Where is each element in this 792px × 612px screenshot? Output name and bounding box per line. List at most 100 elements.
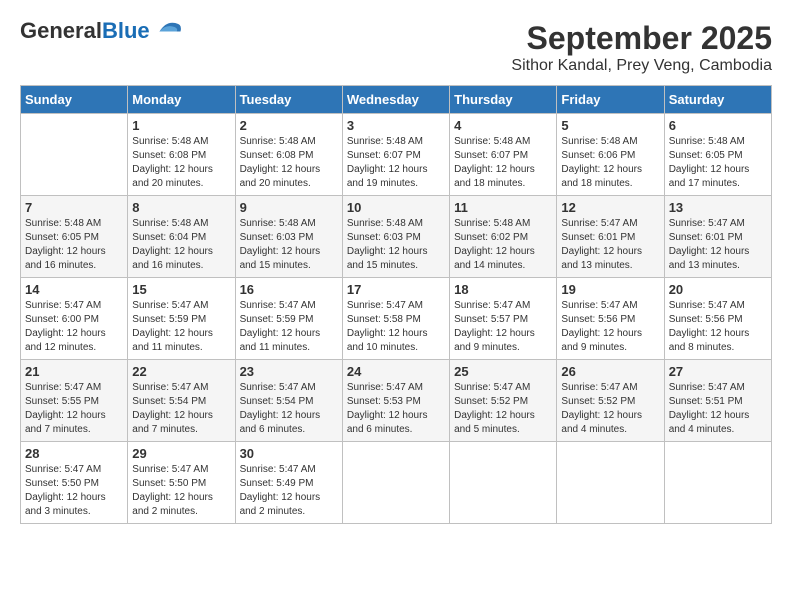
- calendar-week-row: 14 Sunrise: 5:47 AM Sunset: 6:00 PM Dayli…: [21, 278, 772, 360]
- calendar-cell: 10 Sunrise: 5:48 AM Sunset: 6:03 PM Dayli…: [342, 196, 449, 278]
- day-info: Sunrise: 5:48 AM Sunset: 6:08 PM Dayligh…: [240, 135, 338, 191]
- day-number: 5: [561, 118, 659, 133]
- day-number: 6: [669, 118, 767, 133]
- calendar-cell: 12 Sunrise: 5:47 AM Sunset: 6:01 PM Dayli…: [557, 196, 664, 278]
- day-number: 24: [347, 364, 445, 379]
- day-info: Sunrise: 5:48 AM Sunset: 6:05 PM Dayligh…: [25, 217, 123, 273]
- calendar-cell: 7 Sunrise: 5:48 AM Sunset: 6:05 PM Daylig…: [21, 196, 128, 278]
- calendar-cell: 13 Sunrise: 5:47 AM Sunset: 6:01 PM Dayli…: [664, 196, 771, 278]
- page-subtitle: Sithor Kandal, Prey Veng, Cambodia: [511, 57, 772, 75]
- header-monday: Monday: [128, 86, 235, 114]
- calendar-cell: 11Sunrise: 5:48 AM Sunset: 6:02 PM Dayli…: [450, 196, 557, 278]
- title-section: September 2025 Sithor Kandal, Prey Veng,…: [511, 20, 772, 75]
- logo: GeneralBlue: [20, 20, 182, 42]
- calendar-cell: 3 Sunrise: 5:48 AM Sunset: 6:07 PM Daylig…: [342, 114, 449, 196]
- calendar-cell: 1 Sunrise: 5:48 AM Sunset: 6:08 PM Daylig…: [128, 114, 235, 196]
- day-info: Sunrise: 5:47 AM Sunset: 5:49 PM Dayligh…: [240, 463, 338, 519]
- day-info: Sunrise: 5:47 AM Sunset: 5:55 PM Dayligh…: [25, 381, 123, 437]
- logo-icon: [152, 18, 182, 36]
- day-number: 7: [25, 200, 123, 215]
- header-thursday: Thursday: [450, 86, 557, 114]
- day-info: Sunrise: 5:48 AM Sunset: 6:03 PM Dayligh…: [347, 217, 445, 273]
- day-info: Sunrise: 5:47 AM Sunset: 5:59 PM Dayligh…: [132, 299, 230, 355]
- calendar-cell: [664, 442, 771, 524]
- calendar-cell: 29 Sunrise: 5:47 AM Sunset: 5:50 PM Dayli…: [128, 442, 235, 524]
- calendar-cell: 15 Sunrise: 5:47 AM Sunset: 5:59 PM Dayli…: [128, 278, 235, 360]
- day-number: 20: [669, 282, 767, 297]
- calendar-cell: 18 Sunrise: 5:47 AM Sunset: 5:57 PM Dayli…: [450, 278, 557, 360]
- day-number: 22: [132, 364, 230, 379]
- day-number: 19: [561, 282, 659, 297]
- calendar-cell: 4Sunrise: 5:48 AM Sunset: 6:07 PM Daylig…: [450, 114, 557, 196]
- calendar-cell: 5 Sunrise: 5:48 AM Sunset: 6:06 PM Daylig…: [557, 114, 664, 196]
- calendar-cell: 2Sunrise: 5:48 AM Sunset: 6:08 PM Daylig…: [235, 114, 342, 196]
- day-info: Sunrise: 5:47 AM Sunset: 5:56 PM Dayligh…: [669, 299, 767, 355]
- day-info: Sunrise: 5:47 AM Sunset: 6:00 PM Dayligh…: [25, 299, 123, 355]
- day-number: 9: [240, 200, 338, 215]
- day-number: 13: [669, 200, 767, 215]
- day-info: Sunrise: 5:48 AM Sunset: 6:03 PM Dayligh…: [240, 217, 338, 273]
- calendar-cell: 24 Sunrise: 5:47 AM Sunset: 5:53 PM Dayli…: [342, 360, 449, 442]
- calendar-table: SundayMondayTuesdayWednesdayThursdayFrid…: [20, 85, 772, 524]
- day-info: Sunrise: 5:48 AM Sunset: 6:08 PM Dayligh…: [132, 135, 230, 191]
- day-info: Sunrise: 5:47 AM Sunset: 5:56 PM Dayligh…: [561, 299, 659, 355]
- day-info: Sunrise: 5:47 AM Sunset: 5:52 PM Dayligh…: [561, 381, 659, 437]
- calendar-cell: [557, 442, 664, 524]
- day-info: Sunrise: 5:47 AM Sunset: 5:57 PM Dayligh…: [454, 299, 552, 355]
- calendar-cell: 19 Sunrise: 5:47 AM Sunset: 5:56 PM Dayli…: [557, 278, 664, 360]
- day-info: Sunrise: 5:47 AM Sunset: 6:01 PM Dayligh…: [669, 217, 767, 273]
- calendar-cell: [21, 114, 128, 196]
- day-number: 29: [132, 446, 230, 461]
- calendar-cell: [342, 442, 449, 524]
- day-number: 14: [25, 282, 123, 297]
- day-number: 15: [132, 282, 230, 297]
- calendar-cell: 27 Sunrise: 5:47 AM Sunset: 5:51 PM Dayli…: [664, 360, 771, 442]
- calendar-week-row: 28Sunrise: 5:47 AM Sunset: 5:50 PM Dayli…: [21, 442, 772, 524]
- day-number: 4: [454, 118, 552, 133]
- day-info: Sunrise: 5:48 AM Sunset: 6:04 PM Dayligh…: [132, 217, 230, 273]
- day-number: 1: [132, 118, 230, 133]
- day-number: 10: [347, 200, 445, 215]
- calendar-cell: 16 Sunrise: 5:47 AM Sunset: 5:59 PM Dayli…: [235, 278, 342, 360]
- day-info: Sunrise: 5:47 AM Sunset: 5:54 PM Dayligh…: [240, 381, 338, 437]
- day-number: 21: [25, 364, 123, 379]
- day-number: 25: [454, 364, 552, 379]
- calendar-cell: 14 Sunrise: 5:47 AM Sunset: 6:00 PM Dayli…: [21, 278, 128, 360]
- calendar-cell: 9 Sunrise: 5:48 AM Sunset: 6:03 PM Daylig…: [235, 196, 342, 278]
- day-info: Sunrise: 5:48 AM Sunset: 6:05 PM Dayligh…: [669, 135, 767, 191]
- day-number: 8: [132, 200, 230, 215]
- header-sunday: Sunday: [21, 86, 128, 114]
- day-number: 17: [347, 282, 445, 297]
- day-info: Sunrise: 5:47 AM Sunset: 5:53 PM Dayligh…: [347, 381, 445, 437]
- calendar-header-row: SundayMondayTuesdayWednesdayThursdayFrid…: [21, 86, 772, 114]
- day-number: 11: [454, 200, 552, 215]
- header: GeneralBlue September 2025 Sithor Kandal…: [20, 20, 772, 75]
- day-info: Sunrise: 5:47 AM Sunset: 5:50 PM Dayligh…: [25, 463, 123, 519]
- day-number: 3: [347, 118, 445, 133]
- day-info: Sunrise: 5:47 AM Sunset: 5:58 PM Dayligh…: [347, 299, 445, 355]
- calendar-cell: 30 Sunrise: 5:47 AM Sunset: 5:49 PM Dayli…: [235, 442, 342, 524]
- page-title: September 2025: [511, 20, 772, 57]
- day-number: 16: [240, 282, 338, 297]
- day-info: Sunrise: 5:48 AM Sunset: 6:07 PM Dayligh…: [347, 135, 445, 191]
- calendar-cell: 20 Sunrise: 5:47 AM Sunset: 5:56 PM Dayli…: [664, 278, 771, 360]
- calendar-week-row: 7 Sunrise: 5:48 AM Sunset: 6:05 PM Daylig…: [21, 196, 772, 278]
- day-info: Sunrise: 5:47 AM Sunset: 5:51 PM Dayligh…: [669, 381, 767, 437]
- calendar-week-row: 21 Sunrise: 5:47 AM Sunset: 5:55 PM Dayli…: [21, 360, 772, 442]
- day-number: 26: [561, 364, 659, 379]
- day-info: Sunrise: 5:47 AM Sunset: 6:01 PM Dayligh…: [561, 217, 659, 273]
- day-info: Sunrise: 5:47 AM Sunset: 5:59 PM Dayligh…: [240, 299, 338, 355]
- calendar-week-row: 1 Sunrise: 5:48 AM Sunset: 6:08 PM Daylig…: [21, 114, 772, 196]
- calendar-cell: 25 Sunrise: 5:47 AM Sunset: 5:52 PM Dayli…: [450, 360, 557, 442]
- day-number: 18: [454, 282, 552, 297]
- day-number: 23: [240, 364, 338, 379]
- calendar-cell: [450, 442, 557, 524]
- day-number: 30: [240, 446, 338, 461]
- day-info: Sunrise: 5:47 AM Sunset: 5:50 PM Dayligh…: [132, 463, 230, 519]
- calendar-cell: 17 Sunrise: 5:47 AM Sunset: 5:58 PM Dayli…: [342, 278, 449, 360]
- day-info: Sunrise: 5:48 AM Sunset: 6:06 PM Dayligh…: [561, 135, 659, 191]
- day-info: Sunrise: 5:47 AM Sunset: 5:52 PM Dayligh…: [454, 381, 552, 437]
- header-saturday: Saturday: [664, 86, 771, 114]
- day-number: 12: [561, 200, 659, 215]
- day-number: 27: [669, 364, 767, 379]
